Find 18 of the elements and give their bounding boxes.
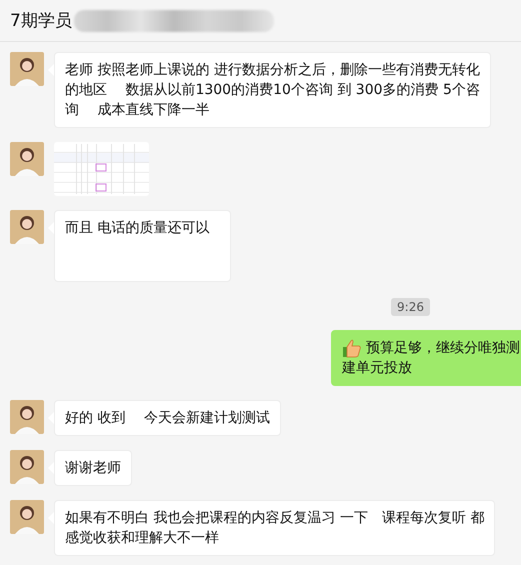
- avatar[interactable]: [10, 210, 44, 244]
- timestamp: 9:26: [391, 298, 430, 316]
- message-text: 谢谢老师: [65, 459, 121, 478]
- avatar[interactable]: [10, 142, 44, 176]
- message-text: 老师 按照老师上课说的 进行数据分析之后，删除一些有消费无转化: [65, 61, 480, 80]
- avatar[interactable]: [10, 400, 44, 434]
- message-text: 而且 电话的质量还可以: [65, 219, 210, 238]
- avatar[interactable]: [10, 52, 44, 86]
- message-text: 建单元投放: [342, 359, 412, 378]
- window-title: 7期学员: [10, 10, 72, 32]
- message-text: 如果有不明白 我也会把课程的内容反复温习 一下 课程每次复听 都: [65, 509, 484, 528]
- message-text: 感觉收获和理解大不一样: [65, 529, 219, 548]
- message-text: 询 成本直线下降一半: [65, 101, 210, 120]
- message-text: 预算足够，继续分唯独测: [366, 339, 520, 358]
- avatar[interactable]: [10, 450, 44, 484]
- message-text: 好的 收到 今天会新建计划测试: [65, 409, 270, 428]
- message-text: 的地区 数据从以前1300的消费10个咨询 到 300多的消费 5个咨: [65, 81, 480, 100]
- avatar[interactable]: [10, 500, 44, 534]
